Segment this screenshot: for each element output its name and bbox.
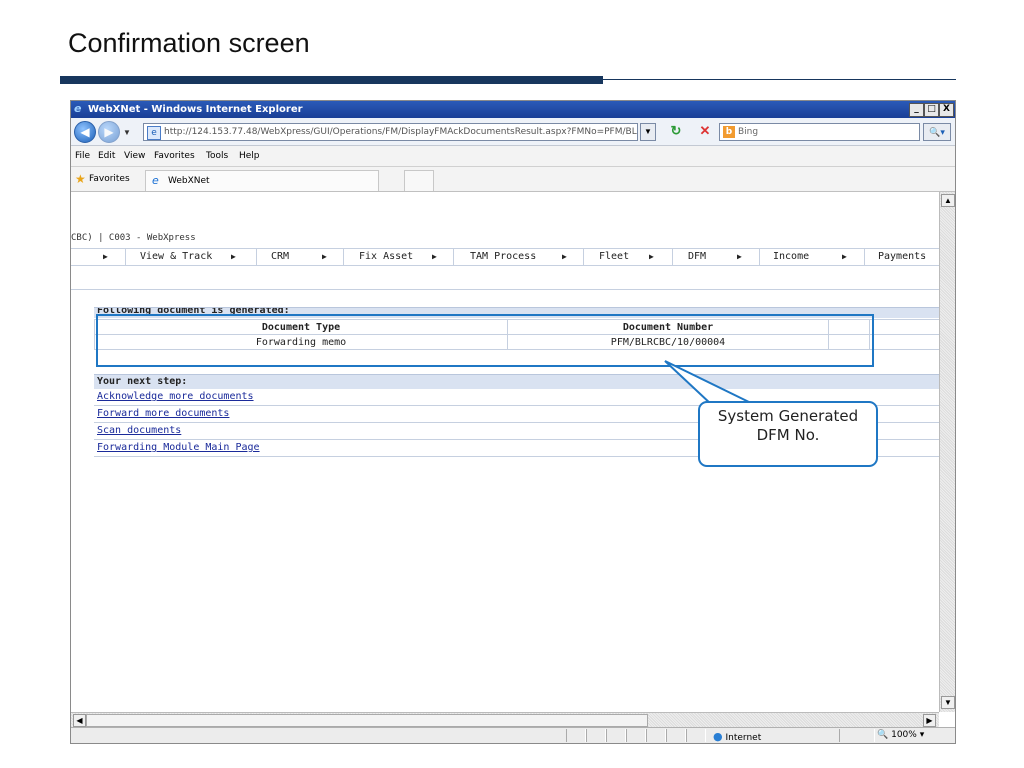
scroll-left-icon[interactable]: ◀ [73,714,86,727]
status-segment [686,729,706,742]
forward-more-documents-link[interactable]: Forward more documents [97,408,229,419]
new-tab-button[interactable] [404,170,434,191]
nav-label-fix-asset: Fix Asset [359,251,414,262]
nav-label-fleet: Fleet [599,251,630,262]
nav-arrow-icon: ▶ [649,252,654,261]
forward-button[interactable]: ▶ [98,121,120,143]
zone-label: Internet [725,733,762,743]
search-icon[interactable]: 🔍▾ [923,123,951,141]
forwarding-module-main-page-link[interactable]: Forwarding Module Main Page [97,442,260,453]
slide-title: Confirmation screen [68,28,310,58]
minimize-button[interactable]: _ [909,103,924,117]
status-segment [606,729,626,742]
tab-ie-icon: e [152,174,159,187]
favorites-button[interactable]: Favorites [89,174,130,184]
security-zone: ● Internet [713,730,761,743]
column-header-filler [869,319,939,335]
nav-label-tam-process: TAM Process [470,251,537,262]
nav-arrow-icon: ▶ [562,252,567,261]
search-input[interactable]: b Bing [719,123,920,141]
nav-divider [71,289,939,290]
nav-label-view-track: View & Track [140,251,213,262]
tab-label: WebXNet [168,176,210,186]
nav-item-dfm[interactable]: DFM [672,249,741,265]
nav-item-crm[interactable]: CRM [256,249,317,265]
favorites-star-icon[interactable]: ★ [75,172,86,186]
nav-item-payments[interactable]: Payments [864,249,939,265]
refresh-icon[interactable]: ↻ [667,123,685,139]
search-placeholder: Bing [738,127,759,137]
bing-logo-icon: b [723,126,735,138]
address-toolbar: ◀ ▶ ▼ e http://124.153.77.48/WebXpress/GU… [71,118,955,146]
stop-icon[interactable]: ✕ [696,123,714,139]
nav-item-income[interactable]: Income [759,249,838,265]
main-nav-menu: ▶ View & Track ▶ CRM ▶ Fix Asset ▶ TAM P… [71,248,939,266]
nav-arrow-icon: ▶ [432,252,437,261]
globe-icon: ● [713,730,723,743]
scan-documents-link[interactable]: Scan documents [97,425,181,436]
menu-file[interactable]: File [75,151,90,161]
address-text: http://124.153.77.48/WebXpress/GUI/Opera… [164,127,638,137]
zoom-control[interactable]: 🔍 100% ▾ [877,730,924,740]
nav-label-crm: CRM [271,251,290,262]
horizontal-scrollbar[interactable]: ◀ ▶ [71,712,939,728]
page-icon: e [147,126,161,140]
callout-bubble: System Generated DFM No. [698,401,878,467]
scroll-down-icon[interactable]: ▼ [941,696,955,709]
nav-label-payments: Payments [878,251,927,262]
next-step-header-text: Your next step: [97,376,188,387]
protected-mode-button[interactable] [839,729,875,742]
window-titlebar: e WebXNet - Windows Internet Explorer _ … [71,101,955,118]
menu-view[interactable]: View [124,151,145,161]
next-step-header: Your next step: [94,374,939,389]
nav-label-dfm: DFM [688,251,707,262]
horizontal-scroll-thumb[interactable] [86,714,648,727]
nav-item-fleet[interactable]: Fleet [583,249,654,265]
nav-item-view-track[interactable]: View & Track [125,249,230,265]
nav-arrow-icon: ▶ [842,252,847,261]
nav-arrow-icon: ▶ [322,252,327,261]
nav-arrow-icon: ▶ [231,252,236,261]
address-input[interactable]: e http://124.153.77.48/WebXpress/GUI/Oper… [143,123,638,141]
status-segment [566,729,586,742]
menu-bar: File Edit View Favorites Tools Help [71,146,955,167]
title-rule-thick [60,76,603,84]
scroll-right-icon[interactable]: ▶ [923,714,936,727]
back-button[interactable]: ◀ [74,121,96,143]
window-title: WebXNet - Windows Internet Explorer [88,104,303,115]
scroll-up-icon[interactable]: ▲ [941,194,955,207]
vertical-scrollbar[interactable]: ▲ ▼ [939,192,955,712]
status-bar: ● Internet 🔍 100% ▾ [71,727,955,743]
nav-arrow-icon: ▶ [103,252,108,261]
history-dropdown-icon[interactable]: ▼ [123,128,131,137]
status-segment [666,729,686,742]
menu-tools[interactable]: Tools [206,151,228,161]
zoom-icon: 🔍 [877,730,889,740]
status-segment [626,729,646,742]
nav-label-income: Income [773,251,810,262]
nav-arrow-icon: ▶ [737,252,742,261]
browser-tab[interactable]: e WebXNet [145,170,379,191]
menu-edit[interactable]: Edit [98,151,115,161]
status-segment [586,729,606,742]
title-rule-thin [603,79,956,80]
maximize-button[interactable]: □ [924,103,939,117]
nav-item-fix-asset[interactable]: Fix Asset [343,249,429,265]
close-window-button[interactable]: X [939,103,954,117]
nav-item-tam-process[interactable]: TAM Process [453,249,554,265]
address-dropdown-button[interactable]: ▼ [640,123,656,141]
breadcrumb: CBC) | C003 - WebXpress [71,233,196,243]
ie-logo-icon: e [74,102,82,115]
menu-help[interactable]: Help [239,151,260,161]
favorites-bar: ★ Favorites e WebXNet [71,167,955,192]
cell-filler [869,334,939,350]
acknowledge-more-documents-link[interactable]: Acknowledge more documents [97,391,254,402]
highlight-box [96,314,874,367]
menu-favorites[interactable]: Favorites [154,151,195,161]
status-segment [646,729,666,742]
zoom-level: 100% [891,730,917,740]
